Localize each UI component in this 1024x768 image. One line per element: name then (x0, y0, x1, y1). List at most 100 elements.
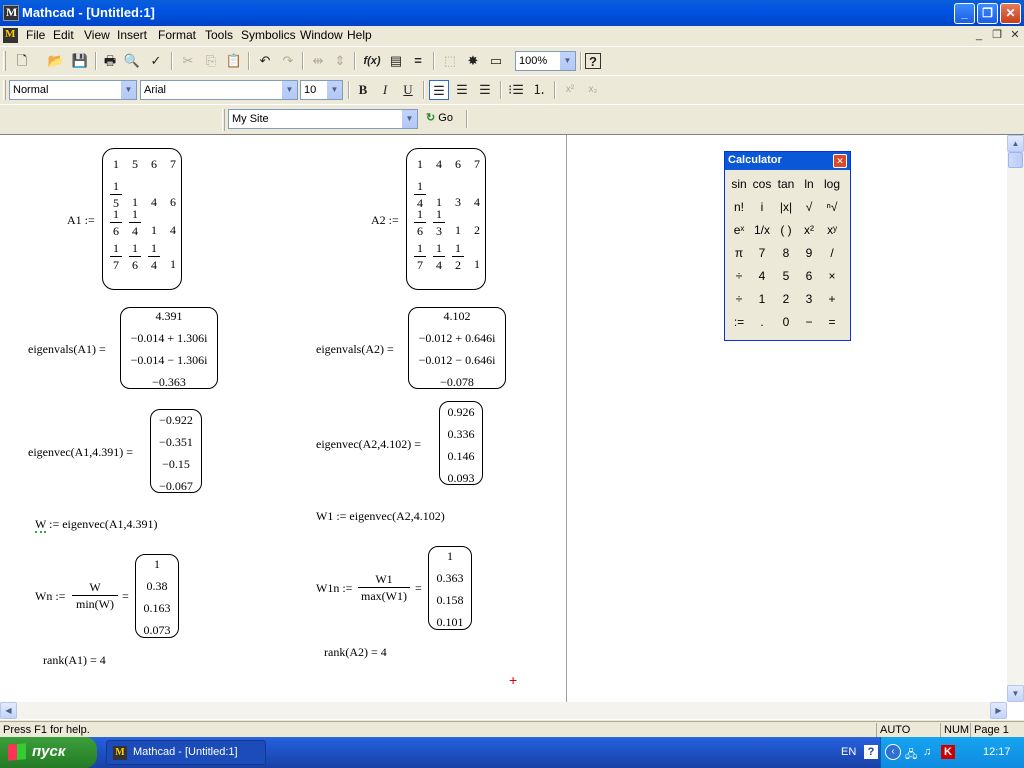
calc-key-r2c2[interactable]: ( ) (775, 220, 797, 241)
close-button[interactable]: ✕ (1000, 3, 1021, 24)
copy-icon[interactable]: ⎘ (201, 51, 221, 71)
calc-key-r6c0[interactable]: := (728, 312, 750, 333)
minimize-button[interactable]: _ (954, 3, 975, 24)
go-button[interactable]: ↻ Go (426, 111, 453, 124)
print-icon[interactable]: 🖶 (100, 51, 120, 71)
clock[interactable]: 12:17 (983, 746, 1011, 758)
calc-key-r4c0[interactable]: ÷ (728, 266, 750, 287)
calc-key-r3c4[interactable]: / (821, 243, 843, 264)
taskbar-mathcad-item[interactable]: M Mathcad - [Untitled:1] (106, 740, 266, 765)
calc-key-r0c2[interactable]: tan (775, 174, 797, 195)
cut-icon[interactable]: ✂ (178, 51, 198, 71)
menu-window[interactable]: Window (300, 28, 343, 42)
rank-a2[interactable]: rank(A2) = 4 (324, 645, 387, 660)
menu-view[interactable]: View (84, 28, 110, 42)
calc-key-r2c0[interactable]: eˣ (728, 220, 750, 241)
subscript-icon[interactable]: x₂ (583, 80, 603, 100)
underline-icon[interactable]: U (398, 80, 418, 100)
toolbar-grip[interactable] (3, 51, 6, 71)
calculator-title[interactable]: Calculator (725, 152, 850, 170)
insert-unit-icon[interactable]: ▤ (386, 51, 406, 71)
open-icon[interactable]: 📂 (46, 51, 66, 71)
calc-key-r2c4[interactable]: xʸ (821, 220, 843, 241)
bold-icon[interactable]: B (353, 80, 373, 100)
paste-icon[interactable]: 📋 (224, 51, 244, 71)
calc-key-r6c4[interactable]: = (821, 312, 843, 333)
menu-format[interactable]: Format (158, 28, 196, 42)
insert-function-icon[interactable]: f(x) (362, 51, 382, 71)
antivirus-icon[interactable]: K (941, 745, 955, 759)
calc-key-r5c0[interactable]: ÷ (728, 289, 750, 310)
calc-key-r3c3[interactable]: 9 (798, 243, 820, 264)
calc-key-r3c1[interactable]: 7 (751, 243, 773, 264)
calc-key-r2c3[interactable]: x² (798, 220, 820, 241)
calculate-icon[interactable]: = (408, 51, 428, 71)
calc-key-r5c3[interactable]: 3 (798, 289, 820, 310)
chevron-down-icon[interactable]: ▼ (401, 110, 417, 128)
redo-icon[interactable]: ↷ (278, 51, 298, 71)
document-icon[interactable] (3, 28, 18, 43)
toolbar-grip[interactable] (3, 80, 6, 100)
align-left-icon[interactable]: ☰ (429, 80, 449, 100)
calc-key-r0c3[interactable]: ln (798, 174, 820, 195)
calc-key-r4c4[interactable]: × (821, 266, 843, 287)
font-size-select[interactable]: 10 ▼ (300, 80, 343, 100)
sound-icon[interactable]: ♫ (923, 746, 931, 758)
menu-help[interactable]: Help (347, 28, 372, 42)
language-indicator[interactable]: EN (841, 746, 856, 758)
calc-key-r6c2[interactable]: 0 (775, 312, 797, 333)
undo-icon[interactable]: ↶ (255, 51, 275, 71)
doc-restore-button[interactable]: ❐ (990, 28, 1004, 42)
menu-tools[interactable]: Tools (205, 28, 233, 42)
calc-key-r0c1[interactable]: cos (751, 174, 773, 195)
align-center-icon[interactable]: ☰ (452, 80, 472, 100)
spell-check-icon[interactable]: ✓ (146, 51, 166, 71)
style-select[interactable]: Normal ▼ (9, 80, 137, 100)
menu-file[interactable]: File (26, 28, 45, 42)
align-right-icon[interactable]: ☰ (475, 80, 495, 100)
scroll-down-button[interactable]: ▼ (1007, 685, 1024, 702)
calc-key-r1c4[interactable]: ⁿ√ (821, 197, 843, 218)
bullets-icon[interactable]: ⁝☰ (506, 80, 526, 100)
calc-key-r3c2[interactable]: 8 (775, 243, 797, 264)
calc-key-r5c2[interactable]: 2 (775, 289, 797, 310)
insert-component-icon[interactable]: ⬚ (440, 51, 460, 71)
w1-definition[interactable]: W1 := eigenvec(A2,4.102) (316, 509, 445, 524)
menu-symbolics[interactable]: Symbolics (241, 28, 296, 42)
vertical-scrollbar[interactable]: ▲ ▼ (1007, 135, 1024, 702)
align-across-icon[interactable]: ⇹ (308, 51, 328, 71)
scroll-right-button[interactable]: ▶ (990, 702, 1007, 719)
superscript-icon[interactable]: x² (560, 80, 580, 100)
vertical-scroll-thumb[interactable] (1008, 152, 1023, 168)
calc-key-r1c2[interactable]: |x| (775, 197, 797, 218)
resource-center-icon[interactable]: ✸ (463, 51, 483, 71)
calc-key-r6c3[interactable]: − (798, 312, 820, 333)
menu-edit[interactable]: Edit (53, 28, 74, 42)
toolbar-grip[interactable] (222, 109, 225, 131)
zoom-select[interactable]: 100% ▼ (515, 51, 576, 71)
calc-key-r0c0[interactable]: sin (728, 174, 750, 195)
calc-key-r5c1[interactable]: 1 (751, 289, 773, 310)
doc-minimize-button[interactable]: _ (972, 28, 986, 42)
scroll-up-button[interactable]: ▲ (1007, 135, 1024, 152)
worksheet[interactable]: A1 := A2 := eigenvals(A1) = eigenvals(A2… (0, 135, 1007, 702)
calc-key-r5c4[interactable]: + (821, 289, 843, 310)
restore-button[interactable]: ❐ (977, 3, 998, 24)
align-down-icon[interactable]: ⇕ (330, 51, 350, 71)
calc-key-r6c1[interactable]: . (751, 312, 773, 333)
calc-key-r3c0[interactable]: π (728, 243, 750, 264)
doc-close-button[interactable]: ✕ (1008, 28, 1022, 42)
help-tray-icon[interactable]: ? (864, 745, 878, 759)
calc-key-r4c1[interactable]: 4 (751, 266, 773, 287)
menu-insert[interactable]: Insert (117, 28, 147, 42)
scroll-left-button[interactable]: ◀ (0, 702, 17, 719)
insert-region-icon[interactable]: ▭ (486, 51, 506, 71)
chevron-down-icon[interactable]: ▼ (120, 81, 136, 99)
url-select[interactable]: My Site ▼ (228, 109, 418, 129)
mathcad-app-icon[interactable] (3, 5, 19, 21)
new-icon[interactable]: 🗋 (12, 51, 32, 71)
calc-key-r1c0[interactable]: n! (728, 197, 750, 218)
tray-expand-icon[interactable]: ‹ (885, 744, 901, 760)
title-bar[interactable]: Mathcad - [Untitled:1] _ ❐ ✕ (0, 0, 1024, 26)
calc-key-r1c3[interactable]: √ (798, 197, 820, 218)
